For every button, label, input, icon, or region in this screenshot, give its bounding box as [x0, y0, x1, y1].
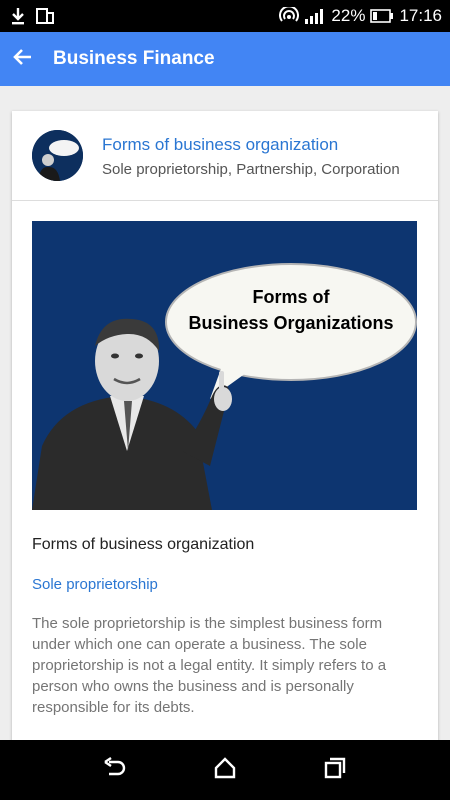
section-title: Forms of business organization	[32, 536, 255, 553]
card-subtitle: Sole proprietorship, Partnership, Corpor…	[102, 160, 400, 178]
download-icon	[10, 7, 26, 25]
card-header[interactable]: Forms of business organization Sole prop…	[12, 111, 438, 201]
back-button[interactable]	[0, 32, 44, 86]
hero-text-line2: Business Organizations	[188, 313, 393, 333]
system-nav-bar	[0, 740, 450, 800]
card-title: Forms of business organization	[102, 134, 339, 154]
article-card: Forms of business organization Sole prop…	[12, 111, 438, 740]
nav-back-button[interactable]	[85, 740, 145, 800]
app-title: Business Finance	[53, 48, 215, 69]
hotspot-icon	[279, 7, 300, 25]
home-icon	[214, 756, 236, 784]
back-icon	[103, 756, 127, 784]
content-area[interactable]: Forms of business organization Sole prop…	[0, 86, 450, 740]
signal-icon	[304, 8, 326, 24]
hero-text-line1: Forms of	[252, 287, 330, 307]
nav-home-button[interactable]	[195, 740, 255, 800]
sole-proprietorship-link[interactable]: Sole proprietorship	[32, 576, 158, 593]
nav-recents-button[interactable]	[305, 740, 365, 800]
avatar	[32, 130, 83, 181]
hero-image: Forms of Business Organizations	[32, 221, 417, 510]
recents-icon	[324, 757, 346, 784]
app-bar: Business Finance	[0, 32, 450, 86]
battery-icon	[370, 9, 394, 23]
arrow-back-icon	[12, 48, 32, 71]
clock: 17:16	[399, 6, 442, 25]
tablet-icon	[36, 7, 54, 25]
battery-percent: 22%	[331, 6, 366, 25]
status-bar: 22% 17:16	[0, 0, 450, 32]
description-paragraph: The sole proprietorship is the simplest …	[32, 615, 387, 716]
